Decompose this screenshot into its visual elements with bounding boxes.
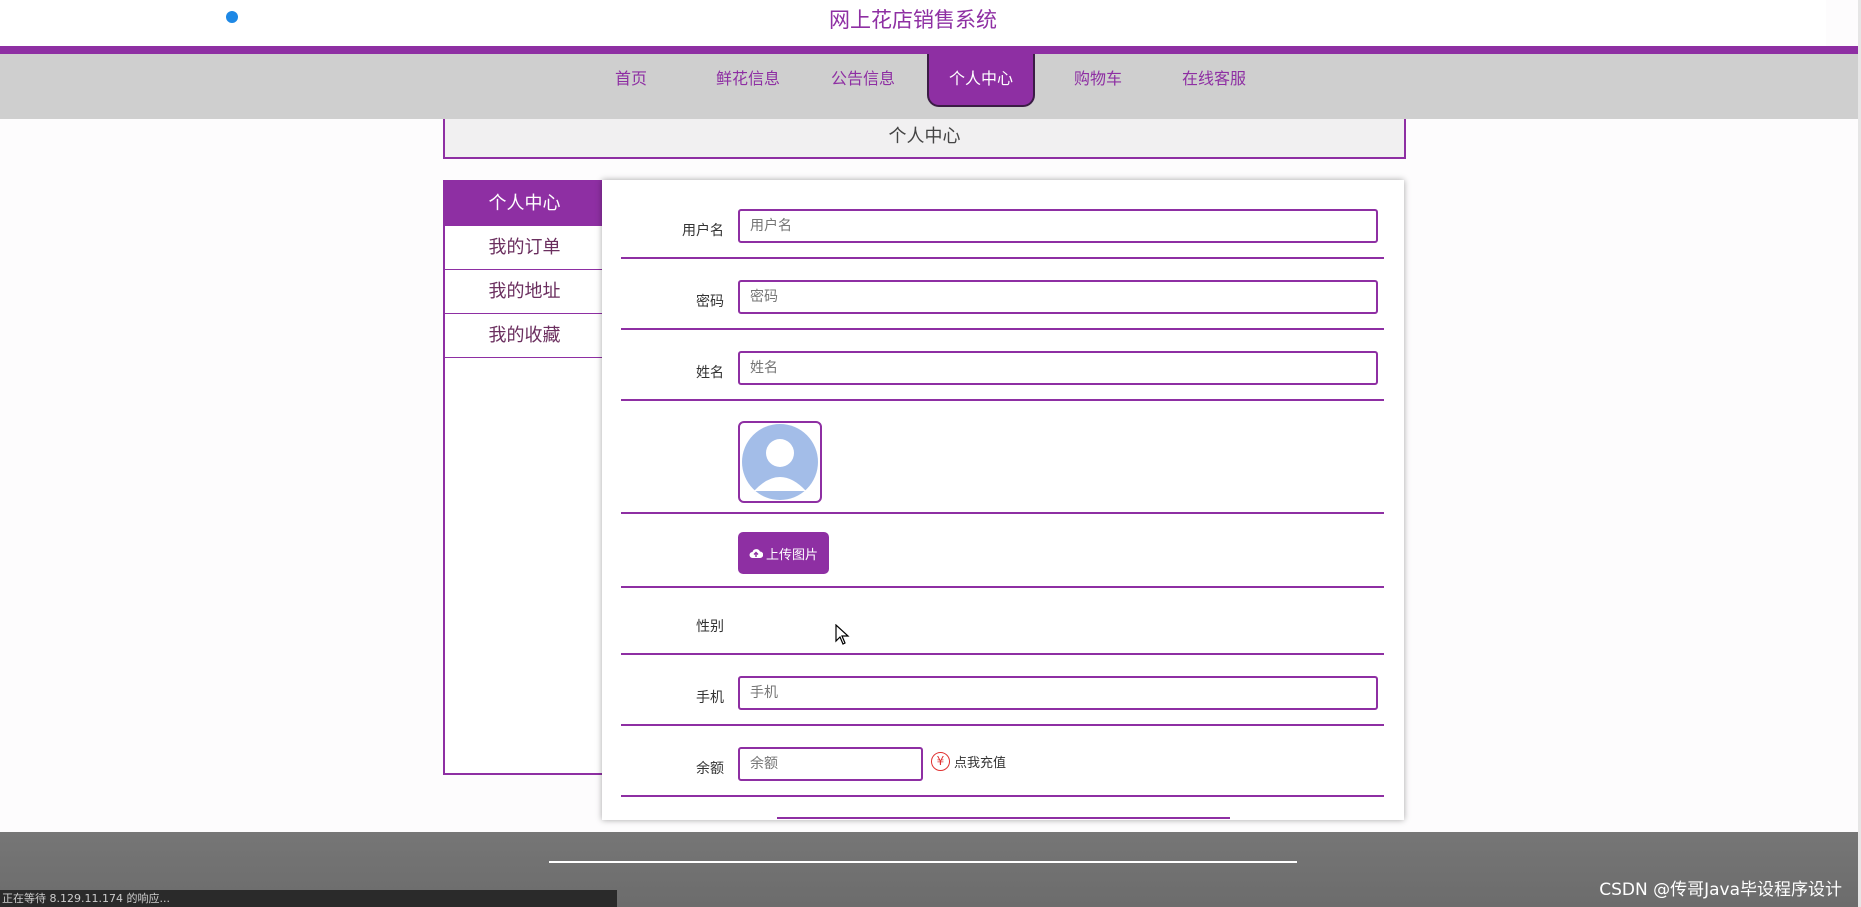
form-row-name: 姓名: [621, 330, 1384, 401]
password-input[interactable]: [738, 280, 1378, 314]
profile-form: 用户名 密码 姓名 上传图片 性别 手机: [602, 180, 1404, 820]
watermark: CSDN @传哥Java毕设程序设计: [1599, 880, 1842, 900]
nav-cart[interactable]: 购物车: [1064, 54, 1132, 104]
sidebar: 个人中心 我的订单 我的地址 我的收藏: [443, 180, 604, 775]
title-accent-bar: [0, 46, 1858, 54]
yen-circle-icon: ¥: [931, 752, 950, 771]
form-row-phone: 手机: [621, 655, 1384, 726]
form-row-avatar: [621, 401, 1384, 514]
footer-divider: [549, 861, 1297, 863]
form-row-username: 用户名: [621, 180, 1384, 259]
sidebar-item-my-orders[interactable]: 我的订单: [445, 226, 604, 270]
page-title: 个人中心: [443, 119, 1406, 159]
recharge-label: 点我充值: [954, 756, 1007, 771]
nav-home[interactable]: 首页: [600, 54, 662, 104]
submit-button-edge[interactable]: [777, 817, 1230, 819]
sidebar-item-my-address[interactable]: 我的地址: [445, 270, 604, 314]
avatar: [738, 421, 822, 503]
nav-personal-center[interactable]: 个人中心: [927, 54, 1035, 107]
name-label: 姓名: [696, 365, 724, 381]
username-input[interactable]: [738, 209, 1378, 243]
upload-image-label: 上传图片: [765, 547, 818, 563]
form-row-balance: 余额 ¥ 点我充值: [621, 726, 1384, 797]
form-row-gender: 性别: [621, 588, 1384, 655]
username-label: 用户名: [682, 223, 724, 239]
site-title: 网上花店销售系统: [0, 0, 1826, 46]
form-row-password: 密码: [621, 259, 1384, 330]
nav-customer-service[interactable]: 在线客服: [1172, 54, 1256, 104]
sidebar-item-my-favorites[interactable]: 我的收藏: [445, 314, 604, 358]
nav-flowers[interactable]: 鲜花信息: [706, 54, 790, 104]
sidebar-item-personal-center[interactable]: 个人中心: [445, 182, 604, 226]
form-row-upload: 上传图片: [621, 514, 1384, 588]
loading-indicator-icon: [226, 11, 238, 23]
balance-input[interactable]: [738, 747, 923, 781]
browser-status-bar: 正在等待 8.129.11.174 的响应...: [0, 890, 617, 907]
gender-label: 性别: [696, 619, 724, 635]
balance-label: 余额: [696, 761, 724, 777]
recharge-link[interactable]: ¥ 点我充值: [931, 752, 1006, 771]
password-label: 密码: [696, 294, 724, 310]
avatar-placeholder-icon: [742, 424, 818, 500]
mouse-cursor-icon: [835, 624, 850, 645]
phone-input[interactable]: [738, 676, 1378, 710]
nav-announcements[interactable]: 公告信息: [821, 54, 905, 104]
cloud-upload-icon: [749, 549, 763, 558]
main-nav: 首页 鲜花信息 公告信息 个人中心 购物车 在线客服: [0, 54, 1858, 119]
upload-image-button[interactable]: 上传图片: [738, 532, 829, 574]
phone-label: 手机: [696, 690, 724, 706]
name-input[interactable]: [738, 351, 1378, 385]
